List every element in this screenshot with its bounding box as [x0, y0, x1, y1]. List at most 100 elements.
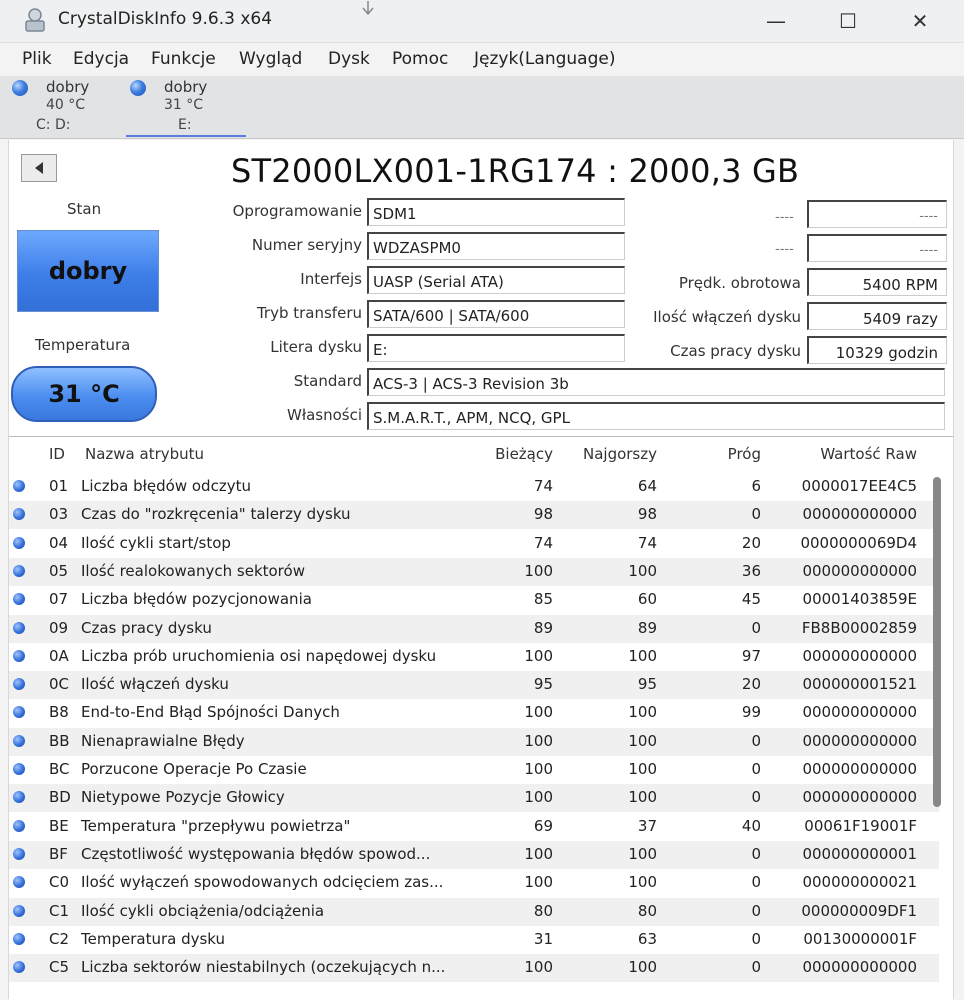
attribute-threshold: 0 — [751, 731, 761, 750]
table-row[interactable]: C5 Liczba sektorów niestabilnych (oczekuj… — [9, 954, 939, 983]
attribute-worst: 95 — [637, 675, 657, 694]
table-row[interactable]: 07 Liczba błędów pozycjonowania 85 60 45 0000… — [9, 586, 939, 614]
status-dot-icon — [13, 649, 25, 662]
attribute-threshold: 99 — [741, 703, 761, 722]
table-row[interactable]: 04 Ilość cykli start/stop 74 74 20 0000000069… — [9, 530, 939, 558]
attribute-id: 04 — [49, 533, 69, 552]
empty-value: ---- — [807, 234, 947, 262]
attribute-threshold: 40 — [741, 816, 761, 835]
empty-label: ---- — [775, 242, 794, 257]
standard-label: Standard — [293, 372, 362, 390]
attribute-name: Temperatura "przepływu powietrza" — [81, 816, 351, 835]
table-row[interactable]: BC Porzucone Operacje Po Czasie 100 100 0 000… — [9, 756, 939, 784]
temperature-badge[interactable]: 31 °C — [11, 366, 157, 422]
health-status-button[interactable]: dobry — [17, 230, 159, 312]
table-row[interactable]: BB Nienaprawialne Błędy 100 100 0 00000000000… — [9, 727, 939, 756]
attribute-worst: 63 — [637, 929, 657, 948]
attribute-current: 100 — [524, 760, 553, 778]
column-header-name[interactable]: Nazwa atrybutu — [85, 445, 204, 463]
attribute-name: Czas do "rozkręcenia" talerzy dysku — [81, 505, 351, 524]
attribute-id: BE — [49, 816, 69, 835]
table-row[interactable]: BF Częstotliwość występowania błędów spow… — [9, 840, 939, 869]
column-header-worst[interactable]: Najgorszy — [569, 445, 657, 463]
column-header-id[interactable]: ID — [49, 445, 65, 463]
menu-wyglad[interactable]: Wygląd — [239, 49, 302, 69]
maximize-button[interactable]: ☐ — [828, 6, 868, 36]
attribute-worst: 60 — [637, 590, 657, 609]
menu-jezyk[interactable]: Język(Language) — [474, 49, 615, 69]
menu-plik[interactable]: Plik — [22, 49, 52, 69]
attribute-current: 100 — [524, 844, 553, 863]
attribute-id: C2 — [49, 929, 70, 948]
attribute-name: Porzucone Operacje Po Czasie — [81, 760, 307, 778]
attribute-name: Liczba sektorów niestabilnych (oczekując… — [81, 958, 446, 977]
attribute-threshold: 0 — [751, 873, 761, 892]
firmware-label: Oprogramowanie — [232, 202, 362, 220]
arrow-down-icon — [362, 1, 374, 16]
table-row[interactable]: 09 Czas pracy dysku 89 89 0 FB8B00002859 — [9, 614, 939, 643]
table-row[interactable]: C1 Ilość cykli obciążenia/odciążenia 80 80 0… — [9, 897, 939, 926]
attribute-current: 100 — [524, 958, 553, 977]
attribute-threshold: 0 — [751, 901, 761, 920]
table-row[interactable]: BD Nietypowe Pozycje Głowicy 100 100 0 000000… — [9, 784, 939, 813]
table-row[interactable]: C0 Ilość wyłączeń spowodowanych odcięciem… — [9, 869, 939, 897]
health-status-icon — [12, 80, 28, 96]
attribute-name: Liczba błędów pozycjonowania — [81, 590, 312, 609]
attribute-threshold: 36 — [741, 561, 761, 580]
column-header-threshold[interactable]: Próg — [699, 445, 761, 463]
menu-pomoc[interactable]: Pomoc — [392, 49, 448, 69]
menu-edycja[interactable]: Edycja — [73, 49, 129, 69]
table-row[interactable]: BE Temperatura "przepływu powietrza" 69 37 4… — [9, 813, 939, 841]
main-panel: ST2000LX001-1RG174 : 2000,3 GB Stan dobr… — [8, 140, 954, 1000]
menu-funkcje[interactable]: Funkcje — [151, 49, 216, 69]
drive-bar: dobry 40 °C C: D: dobry 31 °C E: — [0, 76, 964, 139]
attribute-id: 0C — [49, 675, 70, 694]
attribute-raw: 0000017EE4C5 — [801, 477, 917, 495]
attribute-raw: FB8B00002859 — [801, 618, 917, 637]
attribute-current: 85 — [533, 590, 553, 609]
attribute-raw: 00001403859E — [802, 590, 917, 609]
smart-table[interactable]: ID Nazwa atrybutu Bieżący Najgorszy Próg… — [9, 436, 953, 1000]
temperature-label: Temperatura — [35, 336, 131, 354]
firmware-value: SDM1 — [367, 198, 625, 226]
scrollbar-thumb[interactable] — [933, 477, 941, 807]
table-row[interactable]: 05 Ilość realokowanych sektorów 100 100 36 00… — [9, 557, 939, 586]
attribute-id: 07 — [49, 590, 69, 609]
close-button[interactable]: ✕ — [900, 6, 940, 36]
attribute-current: 100 — [524, 703, 553, 722]
table-row[interactable]: C2 Temperatura dysku 31 63 0 00130000001F — [9, 926, 939, 954]
attribute-threshold: 0 — [751, 760, 761, 778]
attribute-worst: 64 — [637, 477, 657, 495]
table-row[interactable]: 0A Liczba prób uruchomienia osi napędowej… — [9, 643, 939, 671]
attribute-raw: 00130000001F — [803, 929, 917, 948]
attribute-id: BC — [49, 760, 70, 778]
status-dot-icon — [13, 876, 25, 889]
health-label: Stan — [67, 200, 102, 218]
drive-tab-cd[interactable]: dobry 40 °C C: D: — [12, 76, 112, 138]
minimize-button[interactable]: — — [756, 6, 796, 36]
menu-dysk[interactable]: Dysk — [328, 49, 370, 69]
attribute-current: 69 — [533, 816, 553, 835]
table-row[interactable]: B8 End-to-End Błąd Spójności Danych 100 100… — [9, 699, 939, 727]
attribute-id: BB — [49, 731, 70, 750]
table-row[interactable]: 01 Liczba błędów odczytu 74 64 6 0000017EE4C5 — [9, 473, 939, 501]
features-value: S.M.A.R.T., APM, NCQ, GPL — [367, 402, 945, 430]
attribute-current: 74 — [533, 533, 553, 552]
active-drive-indicator — [126, 135, 246, 137]
attribute-threshold: 97 — [741, 646, 761, 665]
column-header-raw[interactable]: Wartość Raw — [789, 445, 917, 463]
attribute-current: 89 — [533, 618, 553, 637]
attribute-id: C0 — [49, 873, 70, 892]
attribute-worst: 100 — [628, 646, 657, 665]
table-row[interactable]: 03 Czas do "rozkręcenia" talerzy dysku 98 9… — [9, 501, 939, 530]
attribute-threshold: 45 — [741, 590, 761, 609]
attribute-name: Temperatura dysku — [81, 929, 226, 948]
previous-disk-button[interactable] — [21, 154, 57, 182]
table-row[interactable]: 0C Ilość włączeń dysku 95 95 20 000000001521 — [9, 671, 939, 700]
attribute-name: Nietypowe Pozycje Głowicy — [81, 788, 285, 807]
attribute-raw: 00061F19001F — [804, 816, 917, 835]
health-status-icon — [130, 80, 146, 96]
column-header-current[interactable]: Bieżący — [481, 445, 553, 463]
attribute-raw: 000000009DF1 — [801, 901, 917, 920]
drive-tab-e[interactable]: dobry 31 °C E: — [126, 76, 246, 138]
